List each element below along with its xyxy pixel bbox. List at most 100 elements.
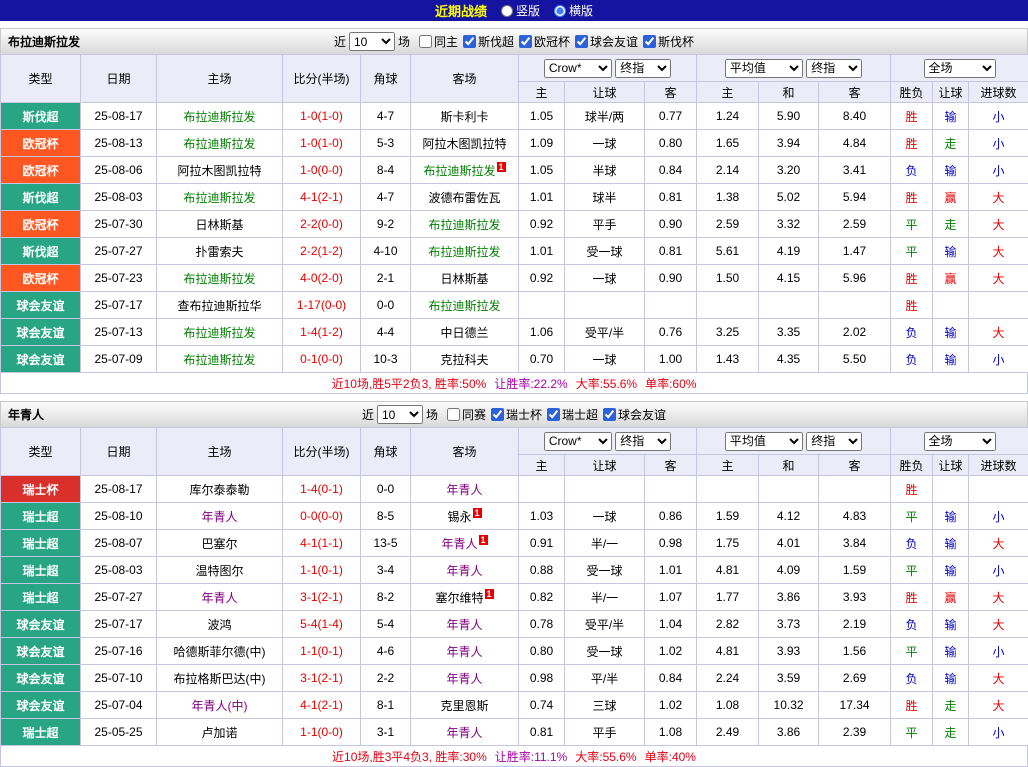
europe-away-odds: 2.59 — [819, 211, 891, 238]
match-count-select[interactable]: 10 — [377, 405, 423, 424]
team-link[interactable]: 哈德斯菲尔德(中) — [174, 645, 266, 659]
team-link[interactable]: 布拉迪斯拉发 — [183, 191, 255, 205]
filter-checkbox[interactable]: 同赛 — [447, 406, 486, 423]
layout-radio-vertical[interactable]: 竖版 — [501, 2, 540, 19]
home-team: 巴塞尔 — [157, 530, 283, 557]
europe-draw-odds: 3.86 — [759, 584, 819, 611]
team-link[interactable]: 布拉格斯巴达(中) — [174, 672, 266, 686]
team-link[interactable]: 库尔泰泰勒 — [189, 483, 249, 497]
asia-handicap: 平手 — [565, 211, 645, 238]
team-link[interactable]: 日林斯基 — [195, 218, 243, 232]
team-link[interactable]: 年青人 — [446, 645, 482, 659]
europe-company-select[interactable]: 平均值 — [725, 432, 803, 451]
europe-time-select[interactable]: 终指 — [806, 432, 862, 451]
filter-checkbox[interactable]: 瑞士杯 — [491, 406, 542, 423]
match-score: 4-1(1-1) — [283, 530, 361, 557]
team-link[interactable]: 波德布雷佐瓦 — [428, 191, 500, 205]
asia-time-select[interactable]: 终指 — [615, 432, 671, 451]
europe-away-odds: 3.41 — [819, 157, 891, 184]
result-handicap: 输 — [933, 557, 969, 584]
team-link[interactable]: 中日德兰 — [440, 326, 488, 340]
filter-checkbox[interactable]: 球会友谊 — [575, 33, 638, 50]
team-link[interactable]: 年青人(中) — [192, 699, 248, 713]
team-link[interactable]: 阿拉木图凯拉特 — [177, 164, 261, 178]
recent-matches-table: 类型 日期 主场 比分(半场) 角球 客场 Crow* 终指 平均值 终指 — [0, 54, 1028, 373]
filter-checkbox[interactable]: 球会友谊 — [603, 406, 666, 423]
europe-away-odds: 1.47 — [819, 238, 891, 265]
team-link[interactable]: 布拉迪斯拉发 — [183, 272, 255, 286]
filter-checkbox-input[interactable] — [463, 35, 476, 48]
filter-checkbox-input[interactable] — [419, 35, 432, 48]
team-link[interactable]: 塞尔维特 — [435, 591, 483, 605]
asia-away-odds: 1.01 — [645, 557, 697, 584]
filter-checkbox-input[interactable] — [603, 408, 616, 421]
result-handicap: 输 — [933, 530, 969, 557]
corner-count: 2-2 — [361, 665, 411, 692]
team-link[interactable]: 年青人 — [201, 510, 237, 524]
team-link[interactable]: 布拉迪斯拉发 — [428, 299, 500, 313]
filter-checkbox-input[interactable] — [447, 408, 460, 421]
team-link[interactable]: 巴塞尔 — [201, 537, 237, 551]
team-link[interactable]: 年青人 — [446, 672, 482, 686]
team-link[interactable]: 克拉科夫 — [440, 353, 488, 367]
team-link[interactable]: 布拉迪斯拉发 — [423, 164, 495, 178]
europe-company-select[interactable]: 平均值 — [725, 59, 803, 78]
filter-checkbox[interactable]: 欧冠杯 — [519, 33, 570, 50]
col-header-asia-away: 客 — [645, 455, 697, 476]
layout-radio-vertical-input[interactable] — [501, 5, 513, 17]
filter-checkbox[interactable]: 同主 — [419, 33, 458, 50]
filter-checkbox[interactable]: 斯伐超 — [463, 33, 514, 50]
team-link[interactable]: 布拉迪斯拉发 — [183, 326, 255, 340]
match-score: 1-1(0-1) — [283, 638, 361, 665]
filter-checkbox-input[interactable] — [575, 35, 588, 48]
team-link[interactable]: 年青人 — [201, 591, 237, 605]
team-link[interactable]: 年青人 — [446, 618, 482, 632]
team-link[interactable]: 克里恩斯 — [440, 699, 488, 713]
filter-checkbox[interactable]: 瑞士超 — [547, 406, 598, 423]
away-team: 日林斯基 — [411, 265, 519, 292]
match-date: 25-07-30 — [81, 211, 157, 238]
filter-checkbox-input[interactable] — [643, 35, 656, 48]
team-link[interactable]: 年青人 — [441, 537, 477, 551]
team-link[interactable]: 年青人 — [446, 564, 482, 578]
team-link[interactable]: 扑雷索夫 — [195, 245, 243, 259]
asia-time-select[interactable]: 终指 — [615, 59, 671, 78]
team-link[interactable]: 波鸿 — [207, 618, 231, 632]
europe-away-odds: 2.69 — [819, 665, 891, 692]
team-link[interactable]: 布拉迪斯拉发 — [183, 353, 255, 367]
match-date: 25-08-17 — [81, 103, 157, 130]
filter-checkbox-input[interactable] — [519, 35, 532, 48]
match-date: 25-08-03 — [81, 184, 157, 211]
team-link[interactable]: 锡永 — [447, 510, 471, 524]
team-link[interactable]: 布拉迪斯拉发 — [183, 137, 255, 151]
team-link[interactable]: 年青人 — [446, 483, 482, 497]
match-row: 欧冠杯25-07-30日林斯基2-2(0-0)9-2布拉迪斯拉发0.92平手0.… — [1, 211, 1028, 238]
team-link[interactable]: 布拉迪斯拉发 — [183, 110, 255, 124]
team-link[interactable]: 温特图尔 — [195, 564, 243, 578]
team-link[interactable]: 斯卡利卡 — [440, 110, 488, 124]
layout-radio-horizontal-input[interactable] — [554, 5, 566, 17]
team-link[interactable]: 年青人 — [446, 726, 482, 740]
result-scope-select[interactable]: 全场 — [924, 432, 996, 451]
team-link[interactable]: 卢加诺 — [201, 726, 237, 740]
team-section: 年青人 近 10 场 同赛瑞士杯瑞士超球会友谊 类型 日期 主场 比分(半场 — [0, 401, 1028, 767]
asia-handicap — [565, 292, 645, 319]
filter-checkbox-input[interactable] — [491, 408, 504, 421]
team-link[interactable]: 日林斯基 — [440, 272, 488, 286]
asia-company-select[interactable]: Crow* — [544, 432, 612, 451]
team-link[interactable]: 阿拉木图凯拉特 — [422, 137, 506, 151]
filter-checkbox[interactable]: 斯伐杯 — [643, 33, 694, 50]
europe-draw-odds: 4.15 — [759, 265, 819, 292]
europe-away-odds: 2.02 — [819, 319, 891, 346]
filter-checkbox-input[interactable] — [547, 408, 560, 421]
team-link[interactable]: 布拉迪斯拉发 — [428, 245, 500, 259]
match-count-select[interactable]: 10 — [349, 32, 395, 51]
europe-time-select[interactable]: 终指 — [806, 59, 862, 78]
result-outcome: 胜 — [891, 584, 933, 611]
layout-radio-horizontal[interactable]: 横版 — [554, 2, 593, 19]
away-team: 中日德兰 — [411, 319, 519, 346]
team-link[interactable]: 布拉迪斯拉发 — [428, 218, 500, 232]
result-scope-select[interactable]: 全场 — [924, 59, 996, 78]
team-link[interactable]: 查布拉迪斯拉华 — [177, 299, 261, 313]
asia-company-select[interactable]: Crow* — [544, 59, 612, 78]
